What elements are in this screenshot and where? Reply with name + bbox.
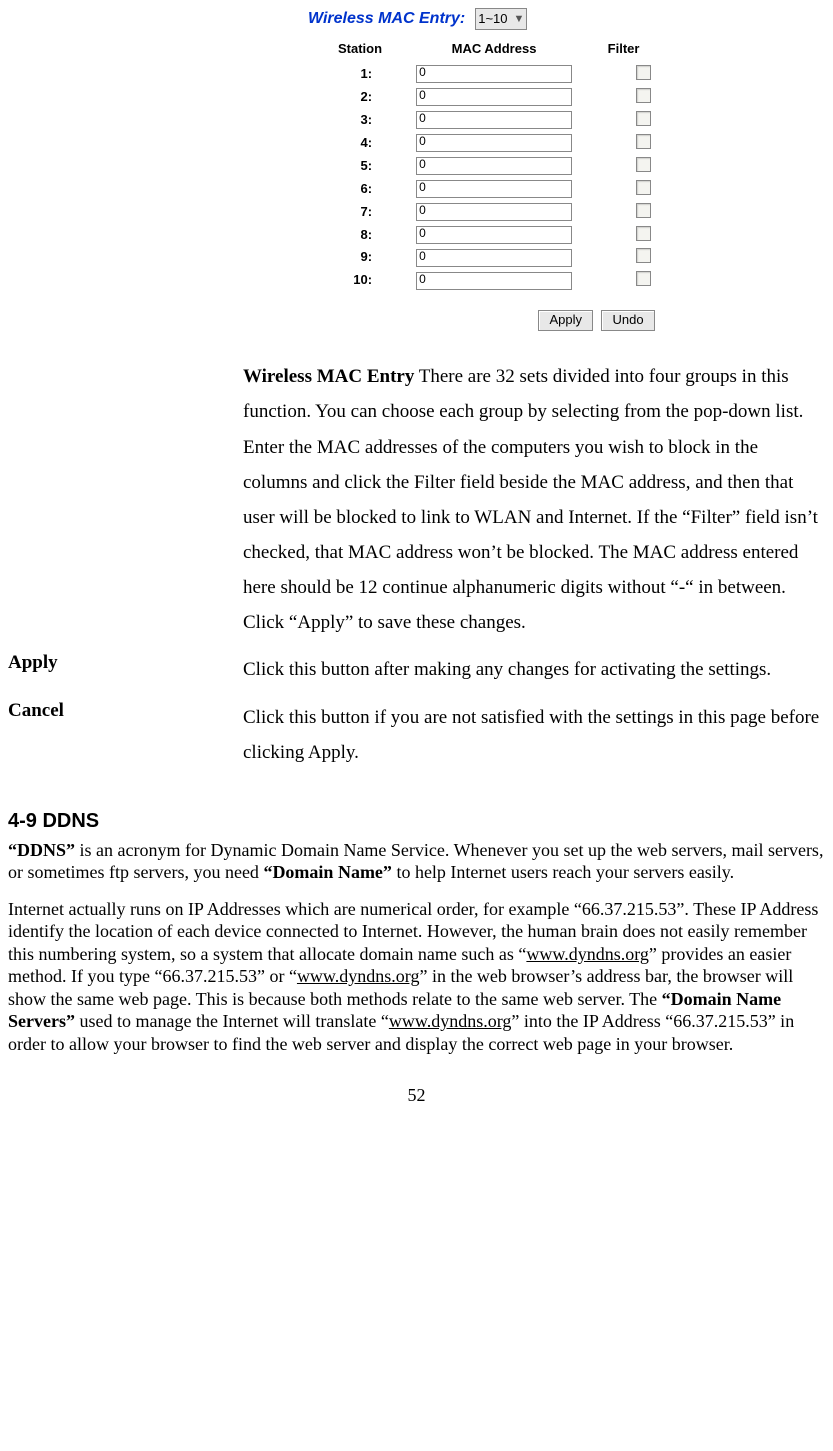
filter-checkbox[interactable] xyxy=(636,134,651,149)
filter-checkbox[interactable] xyxy=(636,203,651,218)
table-row: 6:0 xyxy=(308,178,671,201)
mac-address-input[interactable]: 0 xyxy=(416,134,572,152)
button-row: Apply Undo xyxy=(308,308,825,331)
p1-bold-c: “Domain Name” xyxy=(263,862,392,882)
filter-cell xyxy=(576,86,671,109)
undo-button[interactable]: Undo xyxy=(601,310,654,331)
station-label: 7: xyxy=(308,201,412,224)
filter-cell xyxy=(576,246,671,269)
table-row: 2:0 xyxy=(308,86,671,109)
filter-cell xyxy=(576,132,671,155)
p1-text-d: to help Internet users reach your server… xyxy=(392,862,734,882)
range-dropdown[interactable]: 1~10 ▼ xyxy=(475,8,527,30)
entry-lead: Wireless MAC Entry xyxy=(243,366,414,387)
mac-cell: 0 xyxy=(412,86,576,109)
header-station: Station xyxy=(308,38,412,63)
station-label: 8: xyxy=(308,224,412,247)
table-row: 5:0 xyxy=(308,155,671,178)
p2-d: used to manage the Internet will transla… xyxy=(75,1011,389,1031)
filter-checkbox[interactable] xyxy=(636,111,651,126)
filter-checkbox[interactable] xyxy=(636,226,651,241)
apply-text: Click this button after making any chang… xyxy=(243,652,825,687)
ddns-para-2: Internet actually runs on IP Addresses w… xyxy=(8,898,825,1056)
filter-checkbox[interactable] xyxy=(636,65,651,80)
filter-checkbox[interactable] xyxy=(636,248,651,263)
mac-address-input[interactable]: 0 xyxy=(416,180,572,198)
filter-cell xyxy=(576,178,671,201)
station-label: 9: xyxy=(308,246,412,269)
chevron-down-icon: ▼ xyxy=(514,13,525,26)
header-filter: Filter xyxy=(576,38,671,63)
mac-cell: 0 xyxy=(412,201,576,224)
mac-cell: 0 xyxy=(412,178,576,201)
desc-text-entry: Wireless MAC Entry There are 32 sets div… xyxy=(243,359,825,640)
station-label: 3: xyxy=(308,109,412,132)
p1-bold-a: “DDNS” xyxy=(8,840,75,860)
link-dyndns-3[interactable]: www.dyndns.org xyxy=(389,1011,512,1031)
desc-wireless-mac-entry: Wireless MAC Entry There are 32 sets div… xyxy=(8,359,825,640)
link-dyndns-1[interactable]: www.dyndns.org xyxy=(526,944,649,964)
table-row: 1:0 xyxy=(308,63,671,86)
filter-cell xyxy=(576,155,671,178)
mac-address-input[interactable]: 0 xyxy=(416,65,572,83)
mac-address-input[interactable]: 0 xyxy=(416,111,572,129)
mac-address-input[interactable]: 0 xyxy=(416,203,572,221)
station-label: 5: xyxy=(308,155,412,178)
mac-address-input[interactable]: 0 xyxy=(416,88,572,106)
desc-apply: Apply Click this button after making any… xyxy=(8,652,825,687)
ddns-para-1: “DDNS” is an acronym for Dynamic Domain … xyxy=(8,839,825,884)
header-mac: MAC Address xyxy=(412,38,576,63)
station-label: 6: xyxy=(308,178,412,201)
range-value: 1~10 xyxy=(478,12,507,27)
table-row: 10:0 xyxy=(308,269,671,292)
table-row: 4:0 xyxy=(308,132,671,155)
station-label: 1: xyxy=(308,63,412,86)
mac-entry-table: Station MAC Address Filter 1:02:03:04:05… xyxy=(308,38,671,292)
filter-cell xyxy=(576,269,671,292)
filter-checkbox[interactable] xyxy=(636,88,651,103)
apply-label: Apply xyxy=(8,652,243,687)
mac-cell: 0 xyxy=(412,269,576,292)
ui-header-row: Wireless MAC Entry: 1~10 ▼ xyxy=(308,8,825,30)
station-label: 2: xyxy=(308,86,412,109)
mac-cell: 0 xyxy=(412,155,576,178)
station-label: 4: xyxy=(308,132,412,155)
filter-checkbox[interactable] xyxy=(636,271,651,286)
mac-address-input[interactable]: 0 xyxy=(416,226,572,244)
apply-button[interactable]: Apply xyxy=(538,310,593,331)
table-row: 7:0 xyxy=(308,201,671,224)
desc-label-empty xyxy=(8,359,243,640)
desc-cancel: Cancel Click this button if you are not … xyxy=(8,700,825,770)
mac-cell: 0 xyxy=(412,109,576,132)
mac-cell: 0 xyxy=(412,132,576,155)
cancel-text: Click this button if you are not satisfi… xyxy=(243,700,825,770)
mac-cell: 0 xyxy=(412,63,576,86)
station-label: 10: xyxy=(308,269,412,292)
filter-checkbox[interactable] xyxy=(636,157,651,172)
router-ui-panel: Wireless MAC Entry: 1~10 ▼ Station MAC A… xyxy=(308,8,825,331)
page-number: 52 xyxy=(8,1085,825,1106)
table-row: 9:0 xyxy=(308,246,671,269)
filter-cell xyxy=(576,109,671,132)
cancel-label: Cancel xyxy=(8,700,243,770)
filter-cell xyxy=(576,63,671,86)
mac-address-input[interactable]: 0 xyxy=(416,272,572,290)
table-row: 3:0 xyxy=(308,109,671,132)
filter-checkbox[interactable] xyxy=(636,180,651,195)
entry-body: There are 32 sets divided into four grou… xyxy=(243,366,818,633)
mac-cell: 0 xyxy=(412,246,576,269)
section-heading: 4-9 DDNS xyxy=(8,810,825,833)
mac-address-input[interactable]: 0 xyxy=(416,157,572,175)
link-dyndns-2[interactable]: www.dyndns.org xyxy=(297,966,420,986)
mac-address-input[interactable]: 0 xyxy=(416,249,572,267)
filter-cell xyxy=(576,201,671,224)
mac-cell: 0 xyxy=(412,224,576,247)
filter-cell xyxy=(576,224,671,247)
panel-title: Wireless MAC Entry: xyxy=(308,10,465,28)
table-row: 8:0 xyxy=(308,224,671,247)
